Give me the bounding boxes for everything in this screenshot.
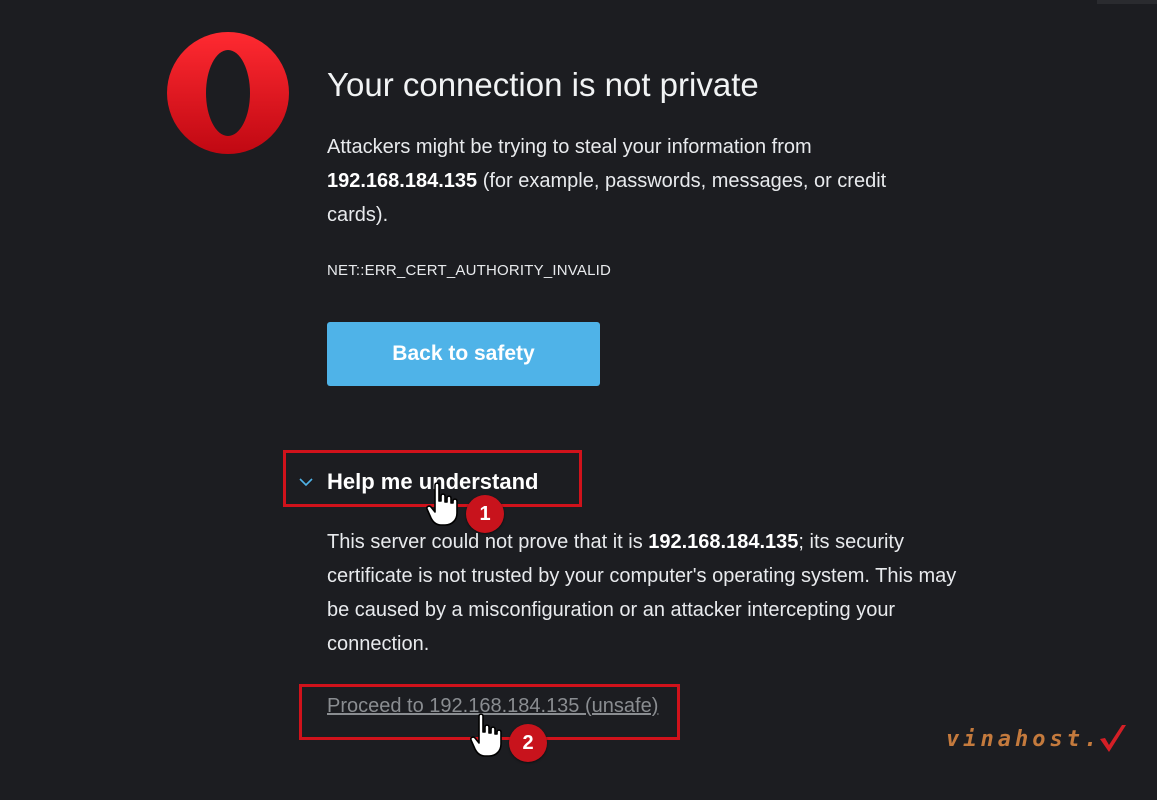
intro-host: 192.168.184.135 — [327, 170, 478, 192]
details-text: This server could not prove that it is 1… — [327, 525, 967, 661]
opera-logo-icon — [167, 32, 289, 154]
error-code: NET::ERR_CERT_AUTHORITY_INVALID — [327, 262, 612, 279]
step-2-badge: 2 — [509, 724, 547, 762]
step-1-badge: 1 — [466, 495, 504, 533]
page-title: Your connection is not private — [327, 66, 759, 103]
vinahost-watermark: vinahost. — [946, 722, 1129, 756]
watermark-text: vinahost. — [946, 726, 1102, 752]
corner-edge-mark — [1097, 0, 1157, 4]
intro-text-part1: Attackers might be trying to steal your … — [327, 136, 812, 158]
details-text-part1: This server could not prove that it is — [327, 531, 649, 553]
intro-text: Attackers might be trying to steal your … — [327, 130, 927, 232]
hand-pointer-icon — [470, 713, 502, 757]
back-to-safety-button[interactable]: Back to safety — [327, 322, 600, 386]
details-host: 192.168.184.135 — [648, 531, 799, 553]
hand-pointer-icon — [426, 482, 458, 526]
checkmark-icon — [1100, 725, 1127, 752]
